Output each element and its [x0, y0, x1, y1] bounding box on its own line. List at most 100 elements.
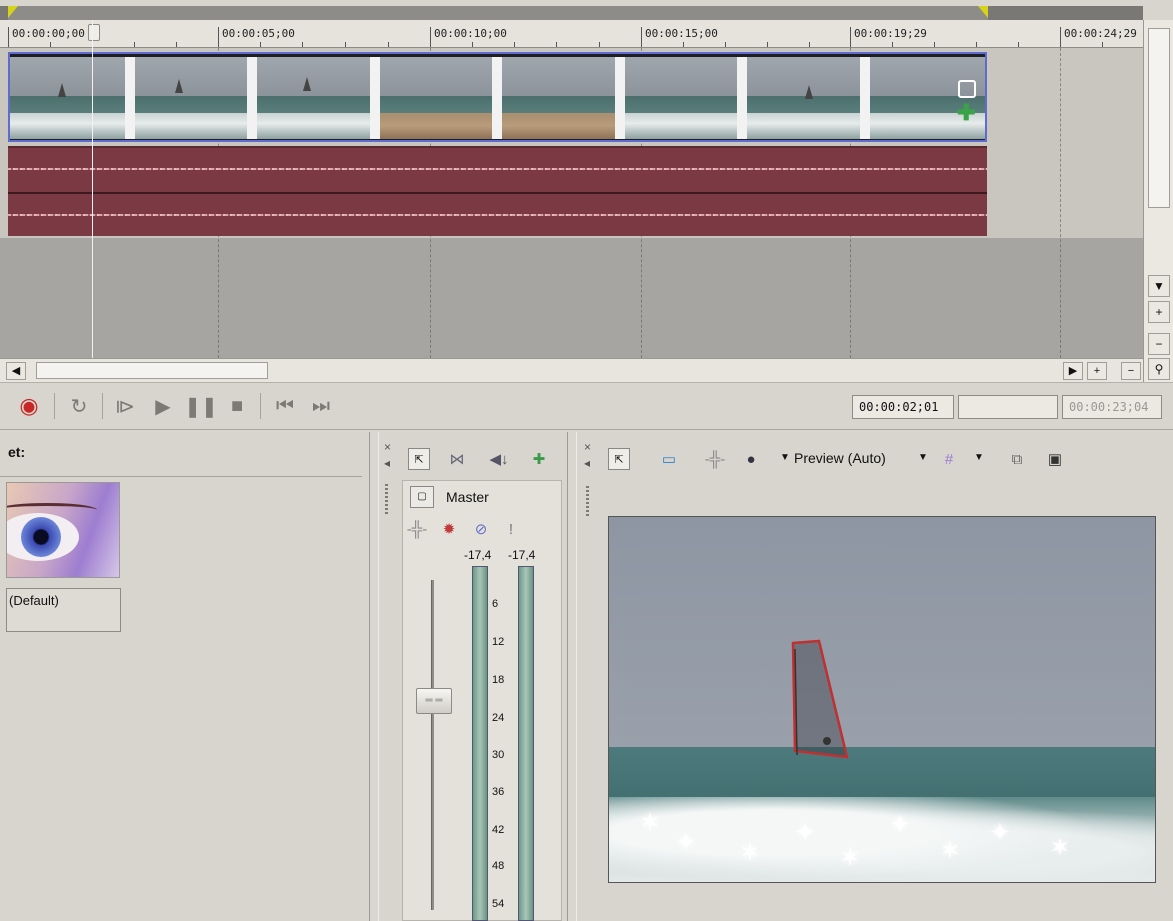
play-from-start-icon[interactable]: ⧐	[110, 391, 140, 421]
zoom-out-vertical-button[interactable]: −	[1148, 333, 1170, 355]
master-fx-icon[interactable]: ✹	[438, 518, 460, 540]
ruler-tick	[50, 42, 51, 47]
sparkle-icon: ✶	[839, 842, 861, 872]
scroll-down-button[interactable]: ▼	[1148, 275, 1170, 297]
transport-bar: ◉ ↻ ⧐ ▶ ❚❚ ■ ⏮ ⏭ 00:00:02;01 00:00:23;04	[0, 382, 1173, 430]
selection-length-display[interactable]	[958, 395, 1058, 419]
drag-grip[interactable]	[586, 486, 589, 516]
horizontal-scroll-thumb[interactable]	[36, 362, 268, 379]
meter-scale-mark: 30	[492, 749, 505, 761]
go-to-end-icon[interactable]: ⏭	[306, 391, 336, 421]
ruler-tick	[1018, 42, 1019, 47]
stop-icon[interactable]: ■	[222, 391, 252, 421]
loop-start-marker[interactable]	[8, 6, 18, 18]
preview-properties-icon[interactable]: ⇱	[608, 448, 630, 470]
sparkle-icon: ✦	[794, 817, 816, 847]
dim-output-icon[interactable]: ◀↓	[488, 448, 510, 470]
mixer-properties-icon[interactable]: ✚	[528, 448, 550, 470]
ruler-tick	[1102, 42, 1103, 47]
solo-icon[interactable]: !	[500, 518, 522, 540]
go-to-start-icon[interactable]: ⏮	[270, 391, 300, 421]
peak-left[interactable]: -17,4	[464, 548, 491, 562]
vertical-scroll-thumb[interactable]	[1148, 28, 1170, 208]
loop-icon[interactable]: ↻	[64, 391, 94, 421]
video-thumbnail	[625, 57, 747, 139]
vu-meter-right	[518, 566, 534, 921]
cursor-time-display[interactable]: 00:00:02;01	[852, 395, 954, 419]
chevron-down-icon[interactable]: ▼	[918, 452, 928, 463]
bus-icon[interactable]: ▢	[410, 486, 434, 508]
play-icon[interactable]: ▶	[148, 391, 178, 421]
eye-lid	[7, 503, 97, 517]
video-thumbnail	[747, 57, 870, 139]
chevron-down-icon[interactable]: ▼	[780, 452, 790, 463]
scroll-right-button[interactable]: ▶	[1063, 362, 1083, 380]
close-icon[interactable]: ×	[384, 440, 391, 454]
preview-quality-select[interactable]: Preview (Auto)	[794, 450, 886, 466]
ruler-tick	[892, 42, 893, 47]
external-monitor-icon[interactable]: ▭	[658, 448, 680, 470]
grid-overlay-icon[interactable]: #	[938, 448, 960, 470]
ruler-tick	[809, 42, 810, 47]
zoom-out-horizontal-button[interactable]: −	[1121, 362, 1141, 380]
preview-sky	[609, 517, 1155, 749]
loop-region[interactable]	[8, 6, 988, 20]
horizontal-scrollbar[interactable]: ◀ ▶ + −	[0, 358, 1143, 382]
automation-icon[interactable]: -╬-	[406, 518, 428, 540]
vertical-scrollbar[interactable]: ▼ + − ⚲	[1143, 20, 1173, 382]
time-ruler[interactable]: 00:00:00;00 00:00:05;00 00:00:10;00 00:0…	[0, 20, 1143, 48]
zoom-in-horizontal-button[interactable]: +	[1087, 362, 1107, 380]
separator	[54, 393, 55, 419]
preview-automation-icon[interactable]: -╬-	[704, 448, 726, 470]
playhead-cursor[interactable]	[92, 20, 93, 358]
sparkle-icon: ✦	[675, 827, 697, 857]
peak-right[interactable]: -17,4	[508, 548, 535, 562]
cursor-handle[interactable]	[88, 24, 100, 41]
pan-crop-icon[interactable]	[958, 80, 976, 98]
pin-icon[interactable]: ◂	[384, 456, 390, 470]
master-label: Master	[446, 489, 489, 505]
copy-snapshot-icon[interactable]: ⧉	[1006, 448, 1028, 470]
preset-thumbnail[interactable]	[6, 482, 120, 578]
magnify-icon[interactable]: ⚲	[1148, 358, 1170, 380]
pause-icon[interactable]: ❚❚	[184, 391, 218, 421]
audio-event[interactable]	[8, 146, 987, 236]
meter-scale-mark: 24	[492, 712, 505, 724]
timeline: 00:00:00;00 00:00:05;00 00:00:10;00 00:0…	[0, 0, 1173, 382]
sparkle-icon: ✶	[939, 835, 961, 865]
save-snapshot-icon[interactable]: ▣	[1044, 448, 1066, 470]
preset-label[interactable]: (Default)	[6, 588, 121, 632]
video-thumbnail	[870, 57, 985, 139]
sparkle-icon: ✦	[889, 809, 911, 839]
downmix-icon[interactable]: ⋈	[446, 448, 468, 470]
ruler-label: 00:00:10;00	[430, 27, 507, 47]
video-thumbnail	[257, 57, 380, 139]
close-icon[interactable]: ×	[584, 440, 591, 454]
meter-scale-mark: 12	[492, 636, 505, 648]
ruler-tick	[556, 42, 557, 47]
ruler-tick	[260, 42, 261, 47]
event-fx-icon[interactable]: ✚	[957, 102, 975, 124]
ruler-tick	[976, 42, 977, 47]
vu-meter-left	[472, 566, 488, 921]
insert-bus-icon[interactable]: ⇱	[408, 448, 430, 470]
video-event[interactable]	[8, 52, 987, 142]
mute-icon[interactable]: ⊘	[470, 518, 492, 540]
video-fx-icon[interactable]: ●	[740, 448, 762, 470]
chevron-down-icon[interactable]: ▼	[974, 452, 984, 463]
meter-scale-mark: 18	[492, 674, 505, 686]
ruler-tick	[345, 42, 346, 47]
record-icon[interactable]: ◉	[14, 391, 44, 421]
video-thumbnail	[380, 57, 502, 139]
volume-fader-knob[interactable]: ═ ═	[416, 688, 452, 714]
drag-grip[interactable]	[385, 484, 388, 514]
sparkle-icon: ✶	[1049, 832, 1071, 862]
video-preview-frame[interactable]: ✶ ✦ ✶ ✦ ✶ ✦ ✶ ✦ ✶	[608, 516, 1156, 883]
ruler-label: 00:00:19;29	[850, 27, 927, 47]
scroll-left-button[interactable]: ◀	[6, 362, 26, 380]
loop-end-marker[interactable]	[978, 6, 988, 18]
pin-icon[interactable]: ◂	[584, 456, 590, 470]
zoom-in-vertical-button[interactable]: +	[1148, 301, 1170, 323]
ruler-tick	[599, 42, 600, 47]
end-time-display[interactable]: 00:00:23;04	[1062, 395, 1162, 419]
